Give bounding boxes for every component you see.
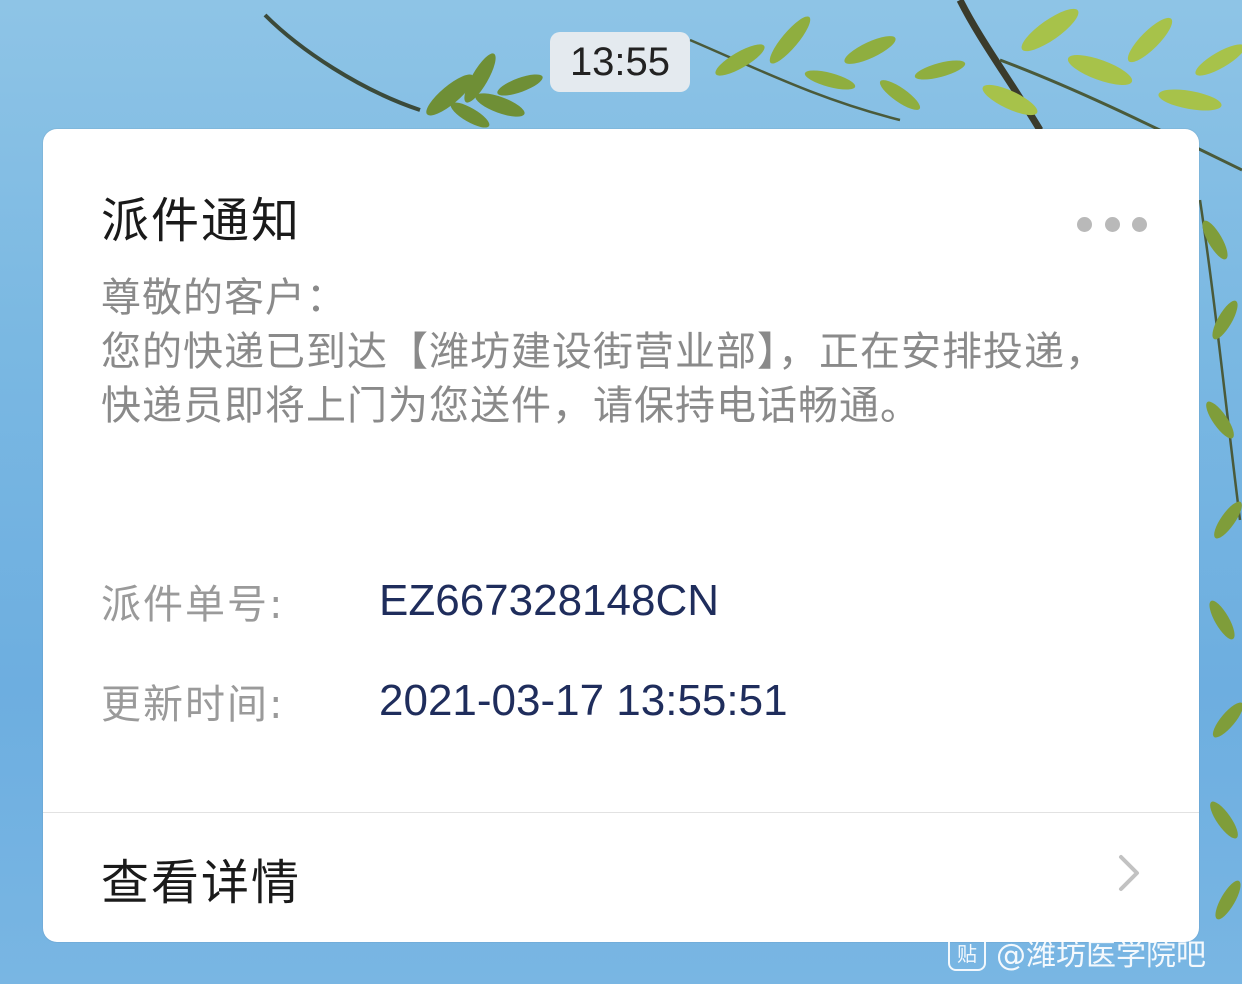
dot — [1104, 216, 1120, 232]
notification-body: 您的快递已到达【潍坊建设街营业部】，正在安排投递，快递员即将上门为您送件，请保持… — [101, 329, 1106, 429]
update-time-value: 2021-03-17 13:55:51 — [379, 676, 788, 725]
chat-timestamp: 13:55 — [550, 32, 690, 92]
tieba-logo-icon: 贴 — [948, 933, 986, 971]
chat-screen: 13:55 派件通知 尊敬的客户： 您的快递已到达【潍坊建设街营业部】，正在安排… — [0, 0, 1242, 984]
card-title: 派件通知 — [101, 193, 302, 249]
watermark-text: @潍坊医学院吧 — [996, 938, 1206, 973]
greeting-text: 尊敬的客户： — [101, 275, 347, 321]
delivery-notification-card[interactable]: 派件通知 尊敬的客户： 您的快递已到达【潍坊建设街营业部】，正在安排投递，快递员… — [43, 129, 1199, 942]
more-dots-icon[interactable] — [1077, 213, 1147, 235]
tracking-number-row: 派件单号: EZ667328148CN — [101, 571, 719, 631]
view-details-button[interactable]: 查看详情 — [43, 813, 1199, 942]
dot — [1077, 216, 1092, 232]
chevron-right-icon — [1119, 855, 1139, 891]
view-details-label: 查看详情 — [101, 855, 302, 911]
dot — [1132, 216, 1147, 232]
tracking-number-label: 派件单号: — [101, 582, 285, 628]
update-time-label: 更新时间: — [101, 682, 285, 728]
watermark: 贴 @潍坊医学院吧 — [948, 932, 1206, 973]
tracking-number-value: EZ667328148CN — [379, 576, 720, 625]
update-time-row: 更新时间: 2021-03-17 13:55:51 — [101, 671, 788, 731]
